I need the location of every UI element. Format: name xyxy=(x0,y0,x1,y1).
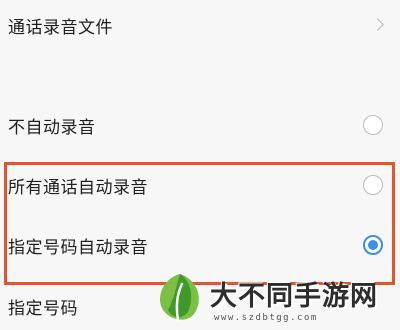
radio-button[interactable] xyxy=(363,115,383,135)
watermark: 大不同手游网 www.szdbtgg.com xyxy=(150,268,400,330)
watermark-url: www.szdbtgg.com xyxy=(214,313,318,323)
option-no-auto-record[interactable]: 不自动录音 xyxy=(0,104,400,146)
recording-files-label: 通话录音文件 xyxy=(8,17,113,38)
recording-files-row[interactable]: 通话录音文件 xyxy=(0,2,400,48)
highlight-box xyxy=(4,162,395,285)
option-label: 不自动录音 xyxy=(8,117,96,138)
leaf-logo-icon xyxy=(160,274,199,322)
watermark-brand: 大不同手游网 xyxy=(210,281,378,312)
specified-numbers-label: 指定号码 xyxy=(8,298,78,319)
chevron-right-icon xyxy=(371,18,384,31)
